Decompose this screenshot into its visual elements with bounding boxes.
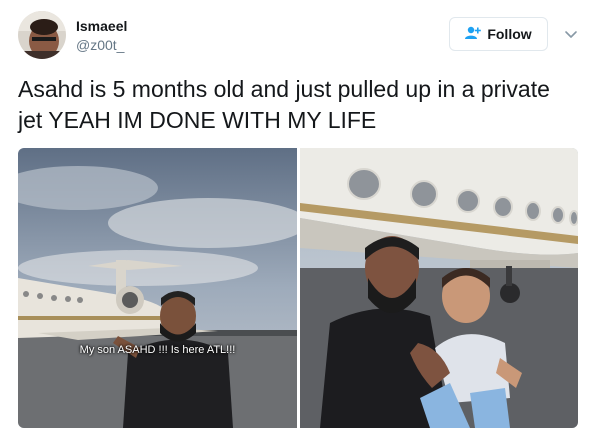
user-handle[interactable]: @z00t_ — [76, 37, 124, 53]
user-name[interactable]: Ismaeel — [76, 18, 127, 34]
tweet-text: Asahd is 5 months old and just pulled up… — [18, 76, 550, 133]
avatar[interactable] — [18, 11, 66, 59]
video-caption: My son ASAHD !!! Is here ATL!!! — [79, 344, 236, 356]
follow-label: Follow — [487, 26, 532, 42]
add-user-icon — [465, 26, 482, 43]
chevron-down-icon[interactable] — [561, 24, 581, 44]
follow-button[interactable]: Follow — [449, 17, 548, 51]
tweet-photo-left[interactable]: My son ASAHD !!! Is here ATL!!! — [18, 148, 297, 428]
tweet-photo-right[interactable] — [300, 148, 578, 428]
